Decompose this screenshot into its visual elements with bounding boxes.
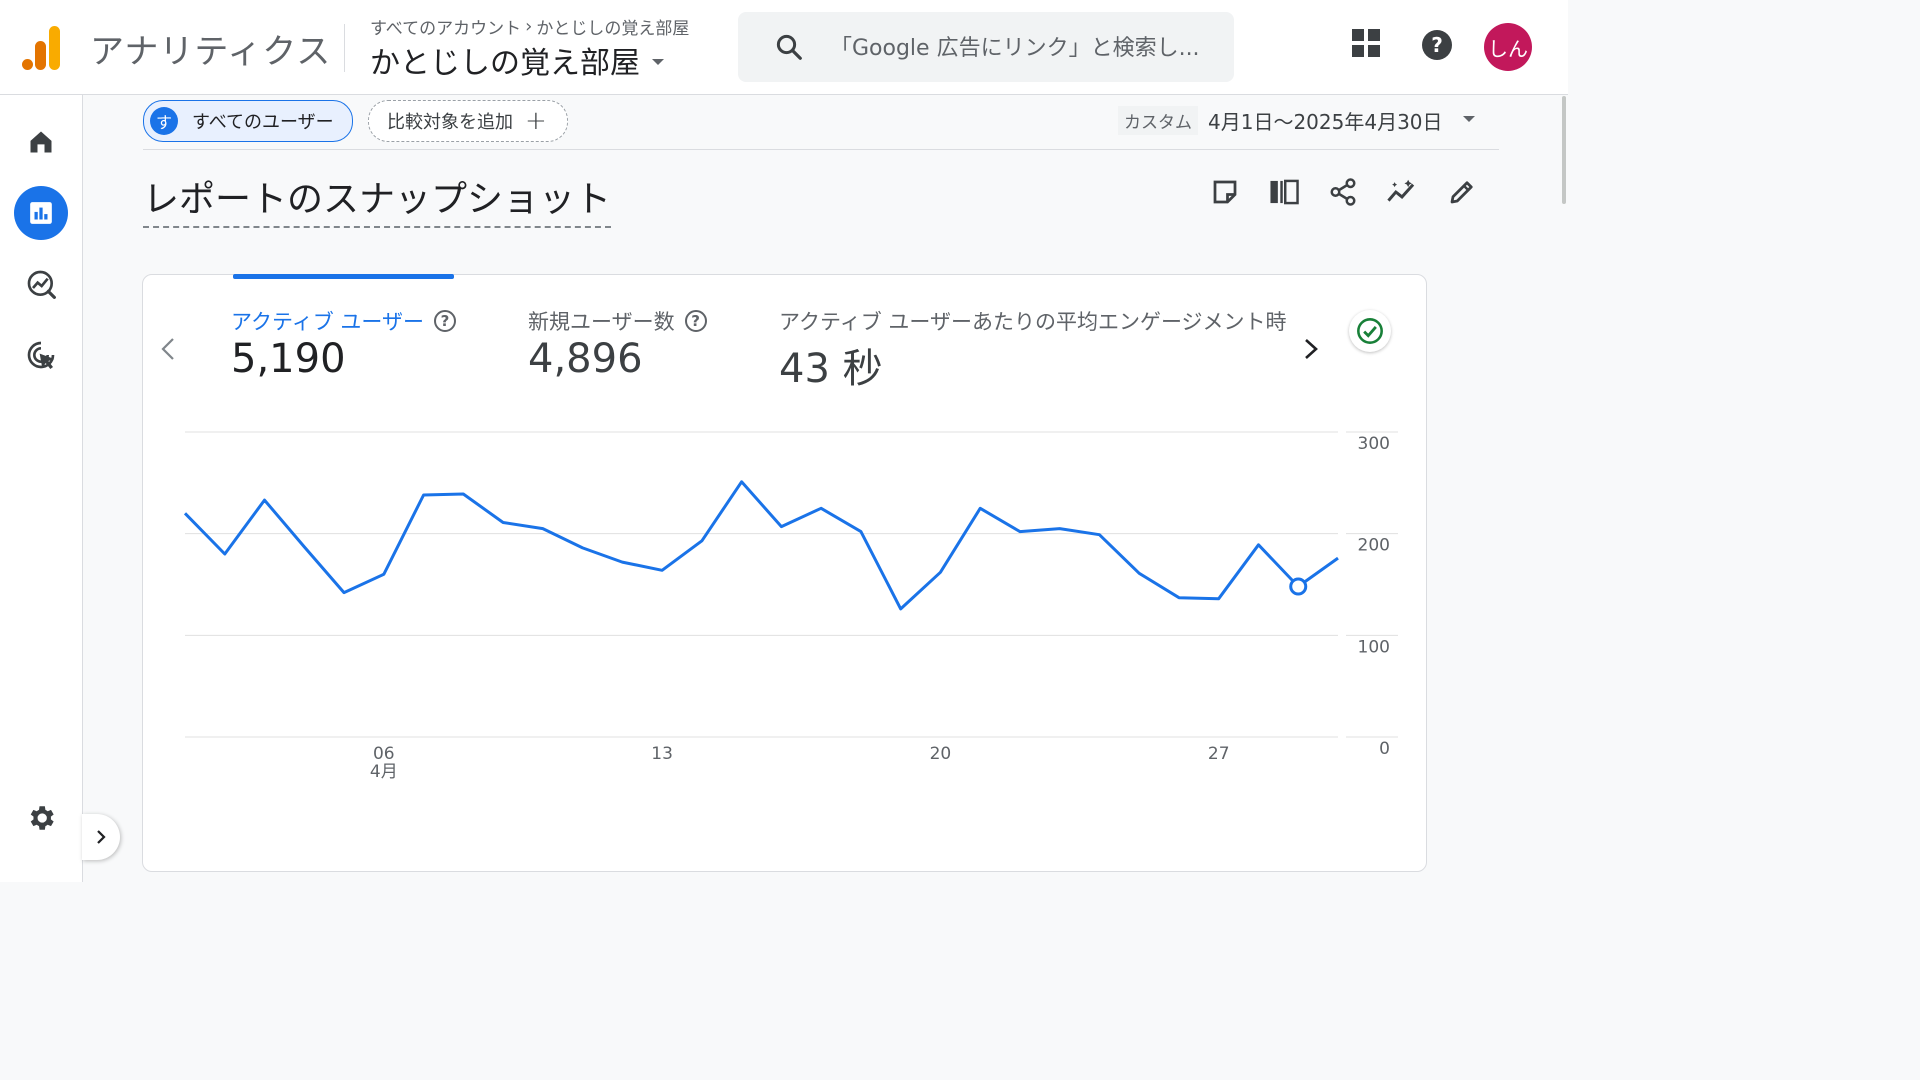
- edit-pencil-icon[interactable]: [1447, 177, 1477, 211]
- plus-icon: +: [525, 106, 547, 136]
- check-circle-icon[interactable]: [1349, 310, 1391, 352]
- y-tick-label: 300: [1358, 434, 1390, 454]
- chevron-right-icon: ›: [525, 16, 533, 37]
- data-point-highlight: [1289, 577, 1308, 596]
- x-tick-label: 20: [930, 744, 952, 764]
- x-tick-label: 13: [651, 744, 673, 764]
- advertising-nav-button[interactable]: [14, 328, 68, 382]
- metric-label: アクティブ ユーザーあたりの平均エンゲージメント時: [779, 310, 1287, 334]
- reports-nav-button[interactable]: [14, 186, 68, 240]
- chevron-right-icon[interactable]: [1300, 336, 1322, 366]
- breadcrumb-property[interactable]: かとじしの覚え部屋: [536, 14, 689, 39]
- y-tick-label: 100: [1358, 637, 1390, 657]
- line-chart: 0 100 200 300 064月 13 20 27: [183, 431, 1398, 782]
- metric-tab-engagement-time[interactable]: アクティブ ユーザーあたりの平均エンゲージメント時: [779, 306, 1287, 336]
- x-tick-label: 27: [1208, 744, 1230, 764]
- series-line: [183, 480, 1339, 611]
- breadcrumb[interactable]: すべてのアカウント › かとじしの覚え部屋: [370, 14, 689, 39]
- chevron-left-icon[interactable]: [158, 336, 178, 366]
- x-tick-label: 06: [373, 744, 395, 764]
- metric-label: 新規ユーザー数: [528, 310, 675, 334]
- y-tick-label: 200: [1358, 536, 1390, 556]
- home-nav-button[interactable]: [14, 115, 68, 169]
- y-tick-label: 0: [1379, 739, 1390, 759]
- metric-tab-new-users[interactable]: 新規ユーザー数 ?: [528, 306, 707, 336]
- x-tick-sublabel: 4月: [370, 762, 398, 782]
- avatar[interactable]: しん: [1484, 23, 1532, 71]
- chevron-right-icon: [97, 830, 106, 844]
- segment-badge: す: [150, 107, 178, 135]
- scrollbar[interactable]: [1562, 96, 1566, 204]
- svg-text:?: ?: [1431, 33, 1443, 57]
- metric-tab-active-users[interactable]: アクティブ ユーザー ?: [231, 306, 456, 336]
- note-icon[interactable]: [1210, 177, 1240, 211]
- analytics-logo-icon[interactable]: [22, 26, 62, 70]
- left-nav: [0, 95, 83, 882]
- metric-value: 43 秒: [779, 346, 883, 392]
- add-comparison-button[interactable]: 比較対象を追加 +: [368, 100, 568, 142]
- help-circle-icon[interactable]: ?: [684, 310, 707, 332]
- date-custom-tag: カスタム: [1118, 106, 1198, 135]
- add-comparison-label: 比較対象を追加: [387, 112, 513, 133]
- gear-icon: [30, 806, 54, 830]
- property-selector[interactable]: かとじしの覚え部屋: [370, 38, 664, 82]
- search-bar[interactable]: [738, 12, 1234, 82]
- expand-nav-button[interactable]: [82, 814, 120, 860]
- segment-label: すべてのユーザー: [192, 112, 334, 133]
- target-cursor-icon: [27, 341, 55, 369]
- caret-down-icon: [652, 59, 664, 65]
- metric-label: アクティブ ユーザー: [231, 310, 424, 334]
- insights-icon[interactable]: [1386, 177, 1418, 211]
- bar-chart-icon: [30, 202, 52, 224]
- share-icon[interactable]: [1328, 177, 1358, 211]
- help-circle-icon[interactable]: ?: [433, 310, 456, 332]
- metric-value: 5,190: [231, 336, 346, 382]
- top-bar: アナリティクス すべてのアカウント › かとじしの覚え部屋 かとじしの覚え部屋 …: [0, 0, 1568, 95]
- divider: [344, 24, 345, 72]
- property-name: かとじしの覚え部屋: [370, 46, 640, 81]
- home-icon: [30, 131, 52, 153]
- apps-grid-icon[interactable]: [1351, 28, 1381, 62]
- date-range-picker[interactable]: 4月1日～2025年4月30日: [1208, 106, 1443, 135]
- date-dropdown-caret-icon[interactable]: [1463, 116, 1475, 122]
- explore-trend-icon: [27, 270, 56, 299]
- settings-nav-button[interactable]: [14, 791, 68, 845]
- breadcrumb-account[interactable]: すべてのアカウント: [370, 14, 521, 39]
- explore-nav-button[interactable]: [14, 257, 68, 311]
- divider: [143, 149, 1499, 150]
- active-tab-indicator: [233, 274, 454, 279]
- search-input[interactable]: [828, 30, 1232, 66]
- metric-value: 4,896: [528, 336, 643, 382]
- app-name: アナリティクス: [90, 32, 332, 72]
- help-icon[interactable]: ?: [1421, 29, 1453, 65]
- page-title: レポートのスナップショット: [143, 170, 612, 228]
- compare-columns-icon[interactable]: [1268, 177, 1300, 211]
- segment-chip-all-users[interactable]: す すべてのユーザー: [143, 100, 353, 142]
- search-icon: [776, 34, 802, 60]
